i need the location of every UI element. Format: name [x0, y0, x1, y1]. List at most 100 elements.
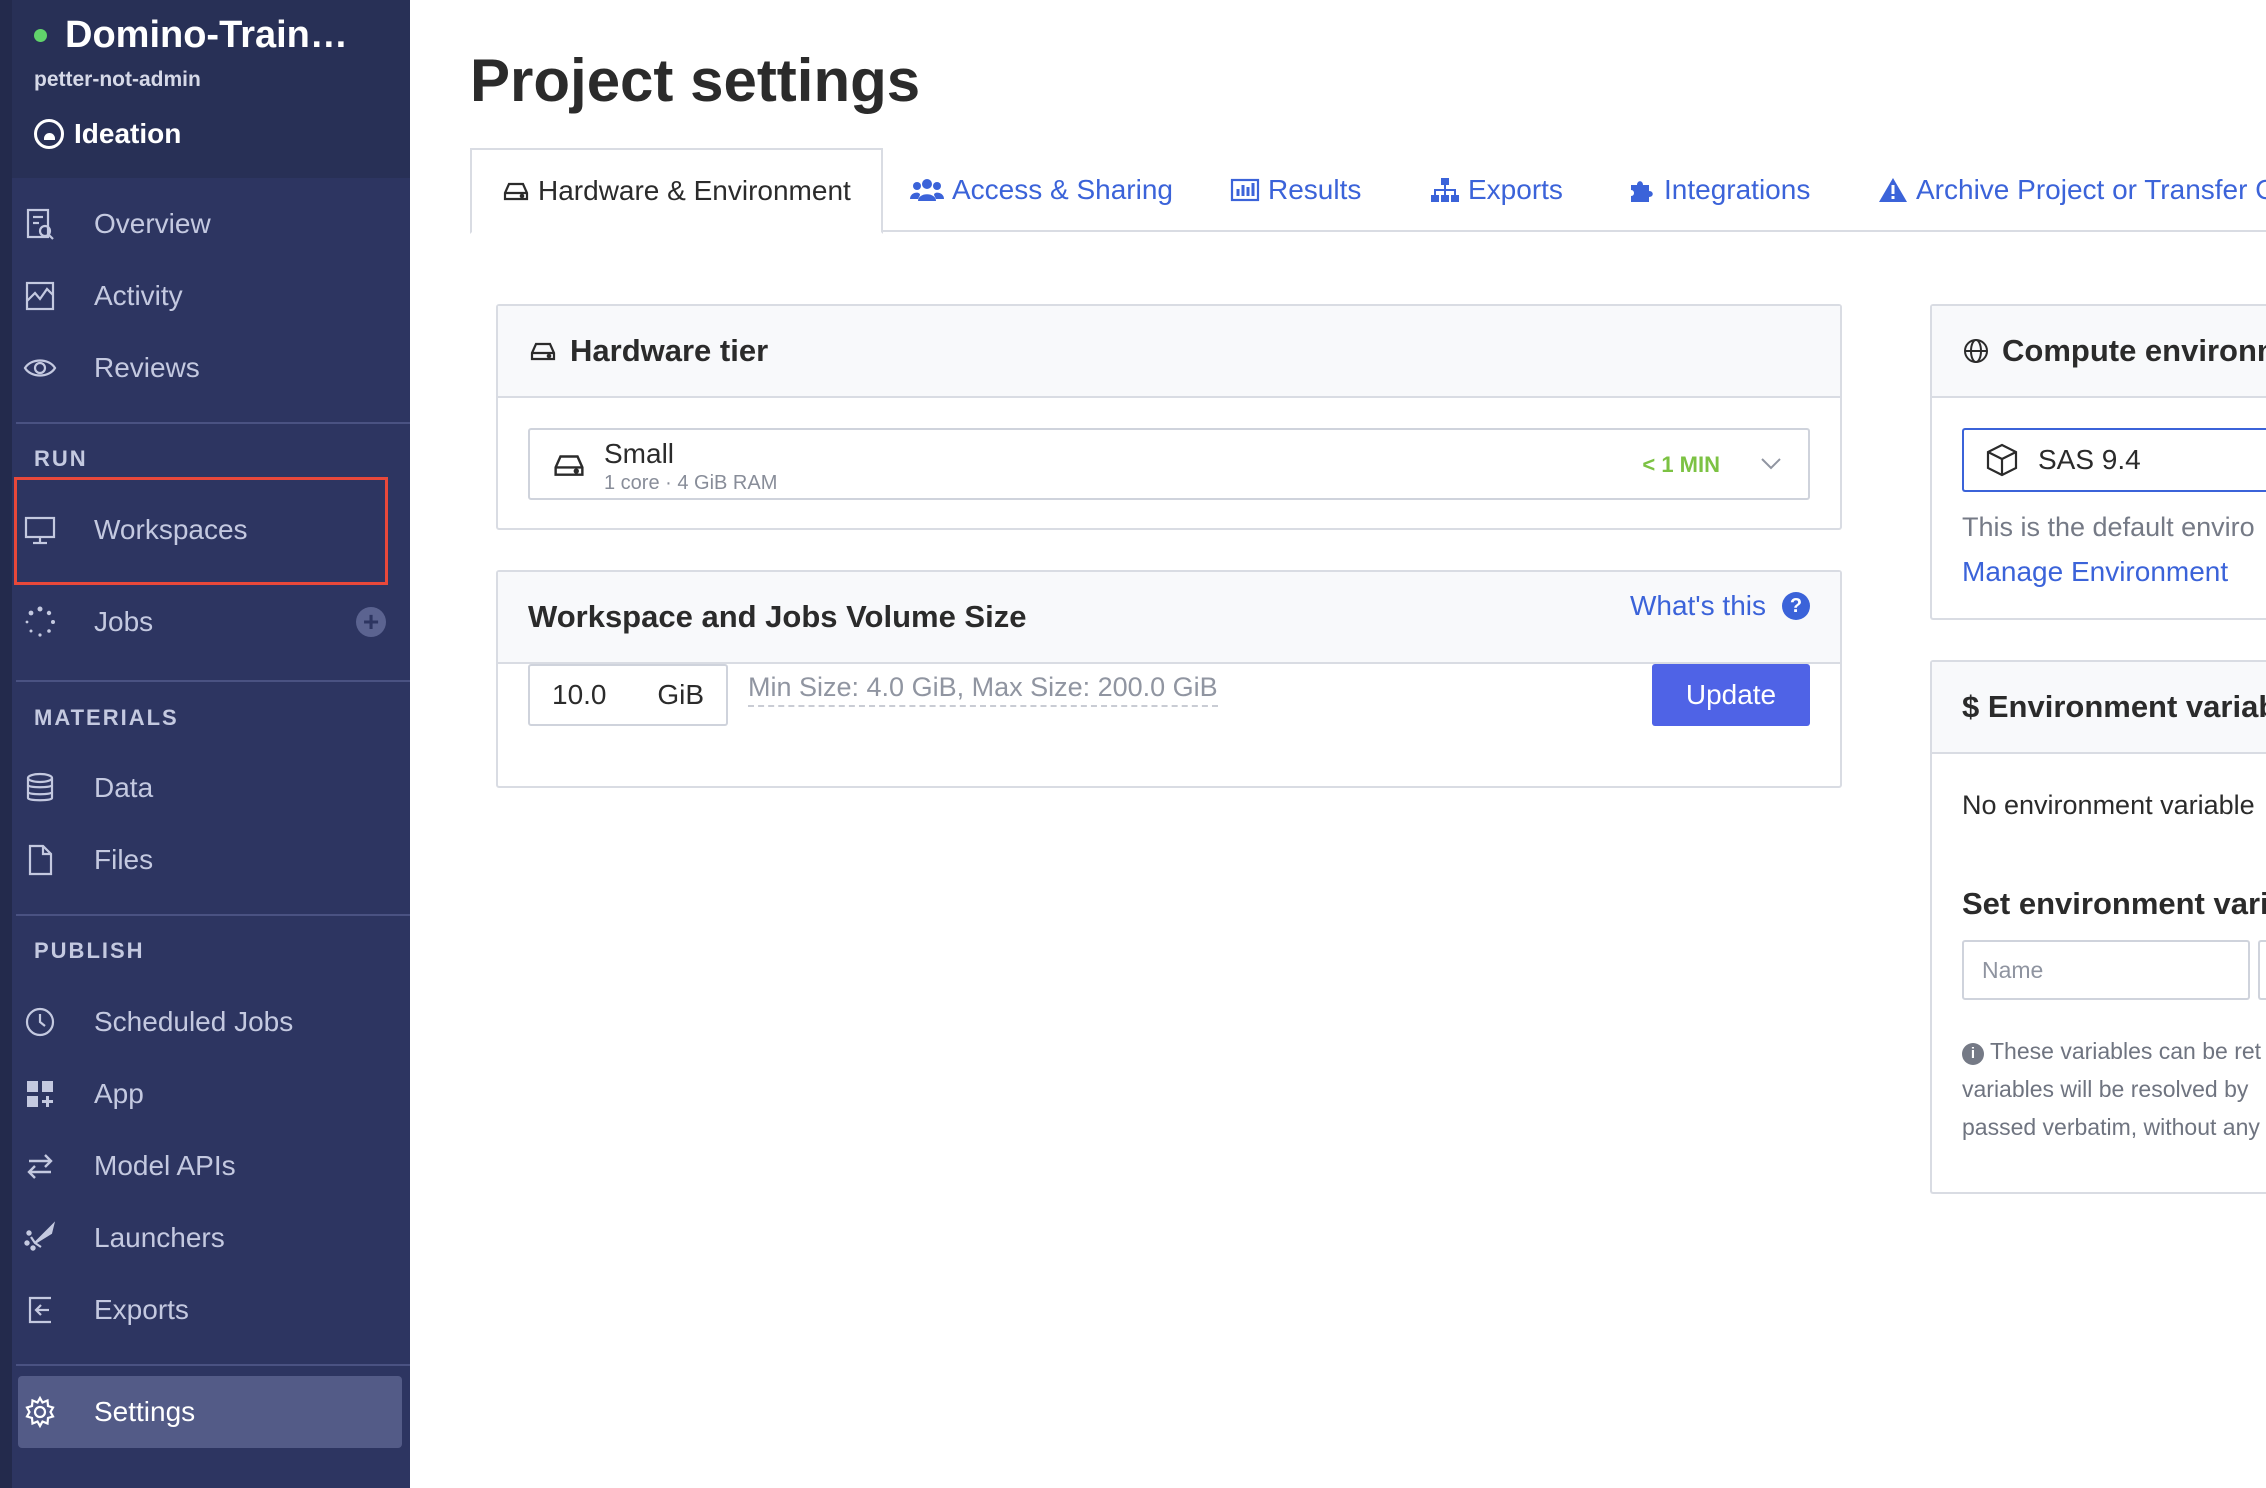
hard-drive-icon	[530, 342, 556, 361]
sidebar-item-reviews[interactable]: Reviews	[22, 338, 402, 398]
env-vars-note: i These variables can be ret variables wi…	[1962, 1032, 2266, 1146]
sidebar-item-exports[interactable]: Exports	[22, 1280, 402, 1340]
tab-exports[interactable]: Exports	[1430, 148, 1563, 232]
sidebar-divider	[16, 1364, 410, 1366]
compute-environment-card: Compute environm SAS 9.4 This is the def…	[1930, 304, 2266, 620]
spinner-icon	[22, 604, 58, 640]
sidebar-item-label: Launchers	[94, 1222, 225, 1253]
tab-label: Results	[1268, 174, 1362, 205]
sidebar-item-activity[interactable]: Activity	[22, 266, 402, 326]
environment-description: This is the default enviro	[1962, 512, 2255, 542]
sidebar-item-label: Settings	[94, 1396, 196, 1427]
whats-this-label: What's this	[1629, 590, 1766, 621]
update-button[interactable]: Update	[1652, 664, 1810, 726]
app-grid-icon	[22, 1076, 58, 1112]
hardware-tier-card: Hardware tier Small 1 core · 4 GiB RAM <…	[496, 304, 1842, 530]
activity-icon	[22, 278, 58, 314]
database-icon	[22, 770, 58, 806]
export-icon	[22, 1292, 58, 1328]
sidebar-divider	[16, 422, 410, 424]
puzzle-icon	[1631, 181, 1653, 202]
note-text: These variables can be ret	[1990, 1038, 2262, 1064]
env-vars-note-line-3: passed verbatim, without any	[1962, 1114, 2260, 1140]
sidebar: Domino-Train… petter-not-admin Ideation …	[0, 0, 410, 1488]
hard-drive-icon	[554, 455, 584, 476]
clock-icon	[22, 1004, 58, 1040]
env-vars-note-line-1: i These variables can be ret	[1962, 1032, 2266, 1070]
rocket-icon	[22, 1220, 58, 1256]
sidebar-item-label: Overview	[94, 208, 211, 239]
manage-environment-link[interactable]: Manage Environment	[1962, 556, 2228, 588]
gear-icon	[22, 1394, 58, 1430]
add-job-button[interactable]: +	[356, 607, 386, 637]
hardware-tier-header: Hardware tier	[498, 306, 1840, 398]
volume-unit: GiB	[657, 679, 704, 710]
overview-icon	[22, 206, 58, 242]
sidebar-item-overview[interactable]: Overview	[22, 194, 402, 254]
users-icon	[910, 179, 944, 201]
sidebar-item-jobs[interactable]: Jobs	[22, 592, 402, 652]
no-env-vars-text: No environment variable	[1962, 790, 2255, 820]
arrows-icon	[22, 1148, 58, 1184]
environment-variables-card: $ Environment variab No environment vari…	[1930, 660, 2266, 1194]
tab-results[interactable]: Results	[1230, 148, 1361, 232]
project-name-row[interactable]: Domino-Train…	[34, 10, 348, 60]
volume-size-card: Workspace and Jobs Volume Size What's th…	[496, 570, 1842, 788]
workspaces-highlight-box	[14, 477, 388, 585]
sidebar-item-scheduled-jobs[interactable]: Scheduled Jobs	[22, 992, 402, 1052]
environment-select[interactable]: SAS 9.4	[1962, 428, 2266, 492]
settings-tabs: Hardware & Environment Access & Sharing …	[470, 148, 2266, 234]
tab-archive-transfer[interactable]: Archive Project or Transfer O	[1878, 148, 2266, 232]
sidebar-item-settings[interactable]: Settings	[22, 1382, 402, 1442]
tab-hardware-environment[interactable]: Hardware & Environment	[470, 148, 883, 234]
hard-drive-icon	[503, 182, 529, 201]
sidebar-item-label: Exports	[94, 1294, 189, 1325]
env-var-name-input[interactable]: Name	[1962, 940, 2250, 1000]
sidebar-item-launchers[interactable]: Launchers	[22, 1208, 402, 1268]
section-run: RUN	[34, 446, 88, 471]
warning-icon	[1879, 178, 1907, 202]
sidebar-item-label: Files	[94, 844, 154, 875]
sidebar-item-label: Scheduled Jobs	[94, 1006, 294, 1037]
tab-label: Integrations	[1664, 174, 1811, 205]
set-env-vars-title: Set environment varia	[1962, 886, 2266, 921]
project-name: Domino-Train…	[65, 13, 348, 56]
section-publish: PUBLISH	[34, 938, 145, 963]
chevron-down-icon	[1761, 458, 1781, 470]
sidebar-divider	[16, 914, 410, 916]
sidebar-item-app[interactable]: App	[22, 1064, 402, 1124]
env-var-value-input[interactable]	[2258, 940, 2266, 1000]
sidebar-divider	[16, 680, 410, 682]
info-icon: i	[1962, 1043, 1984, 1065]
project-owner: petter-not-admin	[34, 68, 201, 91]
file-icon	[22, 842, 58, 878]
card-title: Compute environm	[2002, 333, 2266, 368]
tab-integrations[interactable]: Integrations	[1628, 148, 1810, 232]
hardware-wait-time: < 1 MIN	[1642, 452, 1720, 477]
globe-icon	[1964, 339, 1988, 363]
help-icon: ?	[1782, 592, 1810, 620]
sidebar-item-label: Jobs	[94, 606, 154, 637]
compute-environment-header: Compute environm	[1932, 306, 2266, 398]
environment-variables-header: $ Environment variab	[1932, 662, 2266, 754]
eye-icon	[22, 350, 58, 386]
section-materials: MATERIALS	[34, 705, 179, 730]
whats-this-link[interactable]: What's this ?	[1630, 590, 1810, 622]
sidebar-item-label: Activity	[94, 280, 183, 311]
sidebar-item-data[interactable]: Data	[22, 758, 402, 818]
volume-size-input[interactable]: 10.0 GiB	[528, 664, 728, 726]
card-title: $ Environment variab	[1962, 689, 2266, 724]
tab-label: Archive Project or Transfer O	[1916, 174, 2266, 205]
card-title: Hardware tier	[570, 333, 769, 368]
tab-access-sharing[interactable]: Access & Sharing	[910, 148, 1173, 232]
tab-label: Exports	[1468, 174, 1563, 205]
sidebar-item-files[interactable]: Files	[22, 830, 402, 890]
project-stage[interactable]: Ideation	[34, 114, 181, 154]
project-stage-label: Ideation	[74, 118, 182, 149]
sidebar-item-model-apis[interactable]: Model APIs	[22, 1136, 402, 1196]
hardware-tier-select[interactable]: Small 1 core · 4 GiB RAM < 1 MIN	[528, 428, 1810, 500]
volume-value: 10.0	[552, 679, 607, 710]
sidebar-item-label: App	[94, 1078, 144, 1109]
hardware-tier-spec: 1 core · 4 GiB RAM	[604, 472, 778, 494]
tab-label: Access & Sharing	[952, 174, 1173, 205]
